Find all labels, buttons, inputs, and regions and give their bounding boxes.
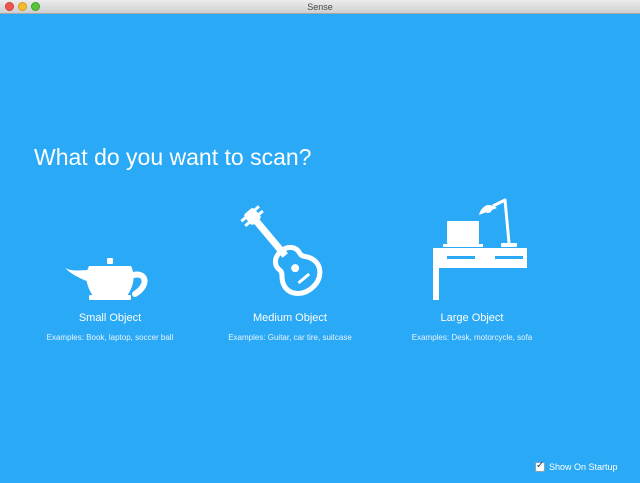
medium-object-option[interactable]: Medium Object Examples: Guitar, car tire… <box>200 196 380 342</box>
checkmark-icon: ✓ <box>536 460 545 471</box>
show-on-startup-toggle[interactable]: ✓ Show On Startup <box>535 460 618 474</box>
medium-object-title: Medium Object <box>253 312 327 324</box>
guitar-icon <box>240 205 323 296</box>
page-title: What do you want to scan? <box>34 144 312 170</box>
small-object-examples: Examples: Book, laptop, soccer ball <box>46 333 174 342</box>
show-on-startup-checkbox[interactable]: ✓ <box>535 460 545 472</box>
large-object-option[interactable]: Large Object Examples: Desk, motorcycle,… <box>382 196 562 342</box>
teapot-icon <box>65 258 148 300</box>
window-titlebar[interactable]: Sense <box>0 0 640 14</box>
window-title: Sense <box>307 2 333 12</box>
medium-object-examples: Examples: Guitar, car tire, suitcase <box>228 333 352 342</box>
small-object-option[interactable]: Small Object Examples: Book, laptop, soc… <box>20 196 200 342</box>
small-object-title: Small Object <box>78 312 142 324</box>
large-object-title: Large Object <box>440 312 504 324</box>
show-on-startup-label: Show On Startup <box>549 462 618 472</box>
desk-icon <box>433 198 527 300</box>
large-object-examples: Examples: Desk, motorcycle, sofa <box>411 333 533 342</box>
main-content: What do you want to scan? Small Object E… <box>0 14 640 483</box>
